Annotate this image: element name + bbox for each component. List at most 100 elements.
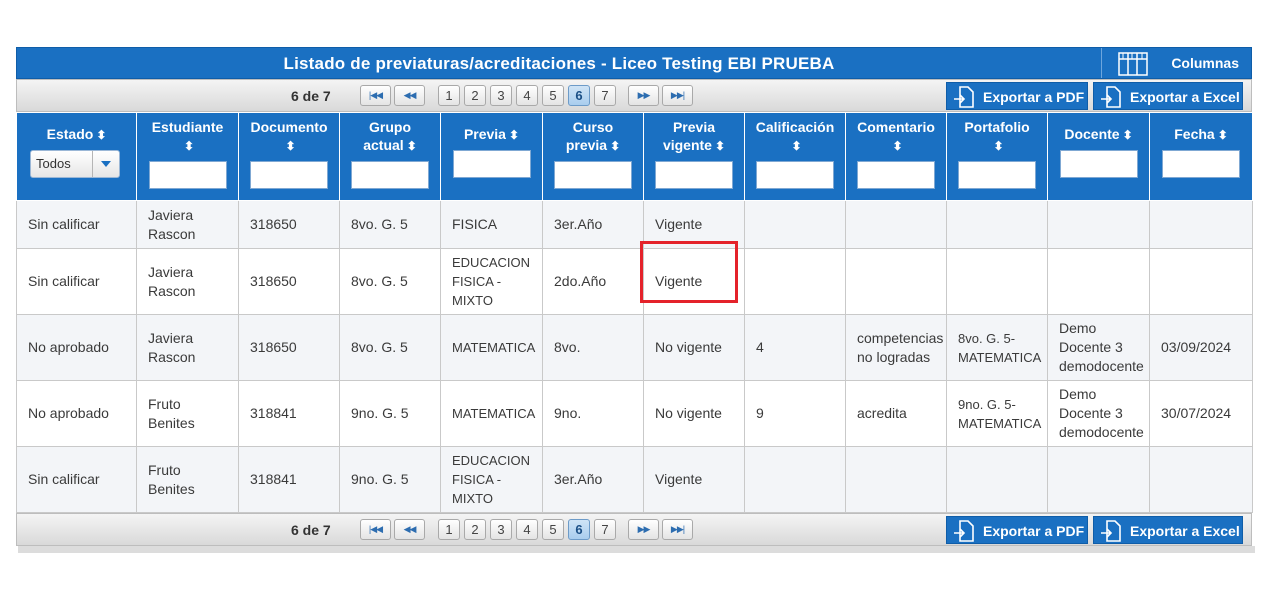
page-2-button[interactable]: 2	[464, 85, 486, 106]
col-calificacion[interactable]: Calificación ⬍	[744, 112, 846, 201]
col-previa-label: Previa	[463, 126, 506, 142]
sort-icon[interactable]: ⬍	[407, 137, 417, 155]
page-count: 6 de 7	[291, 522, 331, 538]
next-page-icon: ▶▶	[637, 90, 651, 100]
col-docente-label: Docente	[1064, 126, 1120, 142]
export-pdf-label: Exportar a PDF	[983, 89, 1085, 105]
estado-filter-select[interactable]: Todos	[30, 150, 120, 178]
cell-vigente: No vigente	[643, 314, 745, 381]
last-page-button[interactable]: ▶▶|	[662, 85, 693, 106]
col-vigente-label-2: vigente	[662, 137, 712, 153]
sort-icon[interactable]: ⬍	[715, 137, 725, 155]
page-6-button[interactable]: 6	[568, 85, 590, 106]
col-documento-label: Documento	[250, 119, 328, 135]
first-page-button[interactable]: |◀◀	[360, 519, 391, 540]
sort-icon[interactable]: ⬍	[993, 137, 1003, 155]
col-previa-vigente[interactable]: Previa vigente ⬍	[643, 112, 745, 201]
col-fecha[interactable]: Fecha ⬍	[1149, 112, 1253, 201]
next-page-button[interactable]: ▶▶	[628, 85, 659, 106]
vigente-filter-input[interactable]	[655, 161, 733, 189]
page-3-button[interactable]: 3	[490, 519, 512, 540]
page-1-button[interactable]: 1	[438, 85, 460, 106]
cell-curso: 2do.Año	[542, 248, 644, 315]
cell-previa: FISICA	[440, 200, 543, 249]
cell-estado: Sin calificar	[16, 200, 137, 249]
fecha-filter-input[interactable]	[1162, 150, 1240, 178]
first-page-button[interactable]: |◀◀	[360, 85, 391, 106]
columns-button[interactable]: Columnas	[1101, 48, 1251, 78]
table-row[interactable]: No aprobado Fruto Benites 318841 9no. G.…	[16, 380, 1253, 447]
documento-filter-input[interactable]	[250, 161, 328, 189]
table-row[interactable]: Sin calificar Javiera Rascon 318650 8vo.…	[16, 200, 1253, 249]
sort-icon[interactable]: ⬍	[1218, 126, 1228, 144]
sort-icon[interactable]: ⬍	[892, 137, 902, 155]
page-1-button[interactable]: 1	[438, 519, 460, 540]
col-comentario[interactable]: Comentario ⬍	[845, 112, 947, 201]
sort-icon[interactable]: ⬍	[791, 137, 801, 155]
page-6-button[interactable]: 6	[568, 519, 590, 540]
cell-docente: Demo Docente 3 demodocente	[1047, 380, 1150, 447]
page-7-button[interactable]: 7	[594, 85, 616, 106]
cell-comentario	[845, 200, 947, 249]
sort-icon[interactable]: ⬍	[509, 126, 519, 144]
next-page-button[interactable]: ▶▶	[628, 519, 659, 540]
export-excel-label: Exportar a Excel	[1130, 89, 1240, 105]
page-4-button[interactable]: 4	[516, 85, 538, 106]
table-row[interactable]: Sin calificar Javiera Rascon 318650 8vo.…	[16, 248, 1253, 315]
comentario-filter-input[interactable]	[857, 161, 935, 189]
next-page-icon: ▶▶	[637, 524, 651, 534]
curso-filter-input[interactable]	[554, 161, 632, 189]
sort-icon[interactable]: ⬍	[1123, 126, 1133, 144]
sort-icon[interactable]: ⬍	[184, 137, 194, 155]
page-count: 6 de 7	[291, 88, 331, 104]
previa-filter-input[interactable]	[452, 150, 531, 178]
horizontal-scrollbar[interactable]	[18, 546, 1255, 553]
col-portafolio[interactable]: Portafolio ⬍	[946, 112, 1048, 201]
page-2-button[interactable]: 2	[464, 519, 486, 540]
col-documento[interactable]: Documento ⬍	[238, 112, 340, 201]
calificacion-filter-input[interactable]	[756, 161, 834, 189]
page-5-button[interactable]: 5	[542, 519, 564, 540]
sort-icon[interactable]: ⬍	[96, 126, 106, 144]
page-7-button[interactable]: 7	[594, 519, 616, 540]
docente-filter-input[interactable]	[1059, 150, 1138, 178]
col-curso-label-1: Curso	[572, 119, 614, 135]
cell-previa: EDUCACION FISICA - MIXTO	[440, 248, 543, 315]
cell-estado: Sin calificar	[16, 248, 137, 315]
cell-grupo: 8vo. G. 5	[339, 200, 441, 249]
prev-page-button[interactable]: ◀◀	[394, 519, 425, 540]
col-previa[interactable]: Previa ⬍	[440, 112, 543, 201]
col-docente[interactable]: Docente ⬍	[1047, 112, 1150, 201]
table-row[interactable]: Sin calificar Fruto Benites 318841 9no. …	[16, 446, 1253, 513]
cell-fecha: 30/07/2024	[1149, 380, 1253, 447]
export-pdf-button[interactable]: Exportar a PDF	[946, 82, 1088, 110]
cell-estudiante: Fruto Benites	[136, 380, 239, 447]
col-estado[interactable]: Estado ⬍ Todos	[16, 112, 137, 201]
sort-icon[interactable]: ⬍	[285, 137, 295, 155]
last-page-button[interactable]: ▶▶|	[662, 519, 693, 540]
col-estudiante[interactable]: Estudiante ⬍	[136, 112, 239, 201]
portafolio-filter-input[interactable]	[958, 161, 1036, 189]
export-excel-button[interactable]: Exportar a Excel	[1093, 82, 1243, 110]
page-3-button[interactable]: 3	[490, 85, 512, 106]
prev-page-button[interactable]: ◀◀	[394, 85, 425, 106]
col-grupo-actual[interactable]: Grupo actual ⬍	[339, 112, 441, 201]
sort-icon[interactable]: ⬍	[610, 137, 620, 155]
export-pdf-button[interactable]: Exportar a PDF	[946, 516, 1088, 544]
cell-fecha	[1149, 248, 1253, 315]
cell-documento: 318841	[238, 380, 340, 447]
cell-docente	[1047, 200, 1150, 249]
cell-comentario	[845, 248, 947, 315]
cell-estudiante: Fruto Benites	[136, 446, 239, 513]
page-4-button[interactable]: 4	[516, 519, 538, 540]
export-document-icon	[953, 86, 979, 117]
cell-portafolio: 8vo. G. 5-MATEMATICA	[946, 314, 1048, 381]
cell-comentario: competencias no logradas	[845, 314, 947, 381]
export-excel-button[interactable]: Exportar a Excel	[1093, 516, 1243, 544]
page-5-button[interactable]: 5	[542, 85, 564, 106]
col-curso-previa[interactable]: Curso previa ⬍	[542, 112, 644, 201]
estudiante-filter-input[interactable]	[148, 161, 227, 189]
table-row[interactable]: No aprobado Javiera Rascon 318650 8vo. G…	[16, 314, 1253, 381]
grupo-filter-input[interactable]	[351, 161, 429, 189]
cell-portafolio	[946, 248, 1048, 315]
